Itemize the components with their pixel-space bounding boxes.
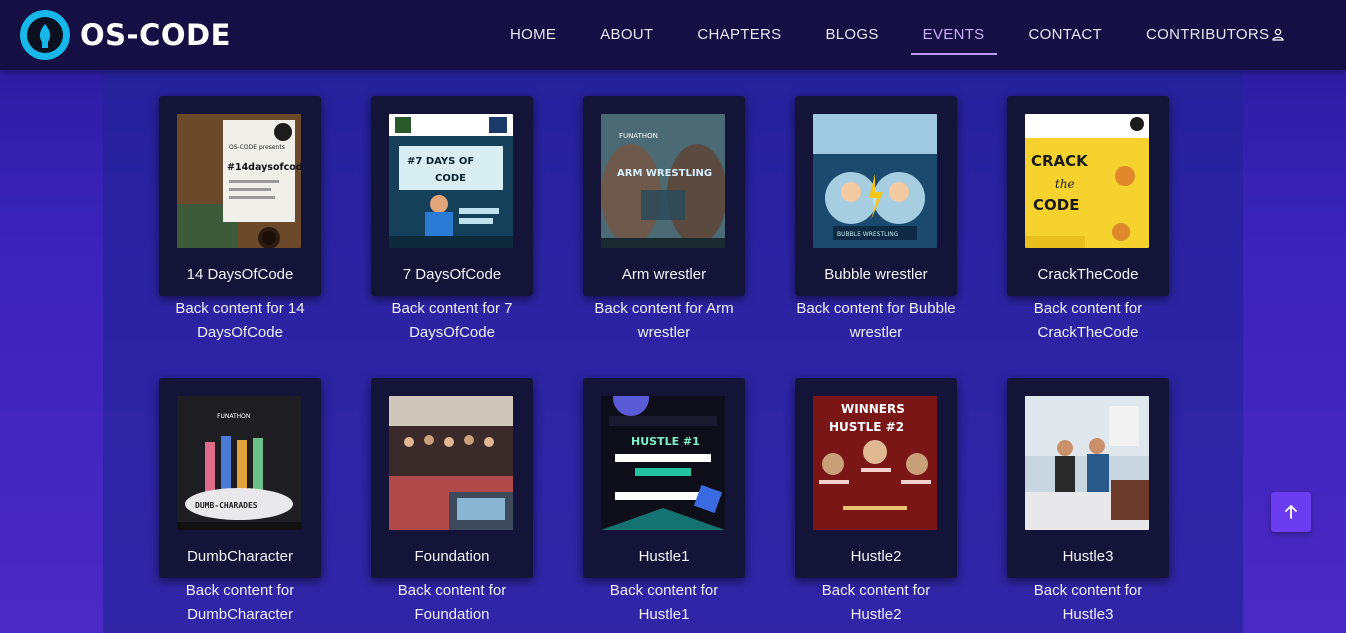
svg-text:HUSTLE #2: HUSTLE #2	[829, 420, 904, 434]
svg-text:CODE: CODE	[435, 173, 466, 184]
event-back-text: Back content for Bubble wrestler	[796, 300, 956, 341]
event-card[interactable]: #7 DAYS OF CODE 7 DaysOfCode	[371, 96, 533, 296]
svg-text:FUNATHON: FUNATHON	[619, 132, 658, 140]
svg-text:#7 DAYS OF: #7 DAYS OF	[407, 156, 474, 167]
event-poster-hustle-1: HUSTLE #1	[601, 396, 725, 530]
logo-icon	[20, 10, 70, 60]
event-photo-hustle-3	[1025, 396, 1149, 530]
nav-blogs[interactable]: BLOGS	[813, 18, 890, 52]
event-card[interactable]: WINNERS HUSTLE #2 Hustle2	[795, 378, 957, 578]
svg-text:HUSTLE #1: HUSTLE #1	[631, 435, 700, 448]
event-card[interactable]: BUBBLE WRESTLING Bubble wrestler	[795, 96, 957, 296]
event-photo-foundation	[389, 396, 513, 530]
svg-text:FUNATHON: FUNATHON	[217, 413, 250, 420]
svg-text:CRACK: CRACK	[1031, 152, 1089, 170]
event-poster-dumb-charades: FUNATHON DUMB-CHARADES	[177, 396, 301, 530]
scroll-to-top-button[interactable]	[1271, 492, 1311, 532]
brand-logo[interactable]: OS-CODE	[20, 10, 231, 60]
arrow-up-icon	[1285, 505, 1297, 519]
event-title: Hustle1	[638, 548, 690, 565]
user-icon[interactable]	[1270, 27, 1286, 43]
nav-about[interactable]: ABOUT	[588, 18, 665, 52]
nav-events[interactable]: EVENTS	[910, 18, 997, 55]
event-title: 7 DaysOfCode	[402, 266, 502, 283]
svg-text:BUBBLE WRESTLING: BUBBLE WRESTLING	[837, 231, 899, 238]
nav-chapters[interactable]: CHAPTERS	[685, 18, 793, 52]
event-back-text: Back content for CrackTheCode	[1033, 300, 1143, 341]
event-title: Bubble wrestler	[824, 266, 928, 283]
event-back-text: Back content for Hustle2	[821, 582, 931, 623]
event-card[interactable]: Foundation	[371, 378, 533, 578]
event-card[interactable]: Hustle3	[1007, 378, 1169, 578]
event-title: Hustle3	[1062, 548, 1114, 565]
svg-text:CODE: CODE	[1033, 196, 1079, 214]
svg-text:OS-CODE presents: OS-CODE presents	[229, 144, 285, 151]
svg-text:DUMB-CHARADES: DUMB-CHARADES	[195, 501, 258, 510]
event-back-text: Back content for Arm wrestler	[594, 300, 734, 341]
event-card[interactable]: FUNATHON DUMB-CHARADES DumbCharacter	[159, 378, 321, 578]
event-card[interactable]: OS-CODE presents #14daysofcode 14 DaysOf…	[159, 96, 321, 296]
event-back-text: Back content for DumbCharacter	[185, 582, 295, 623]
event-title: CrackTheCode	[1037, 266, 1139, 283]
event-title: Arm wrestler	[621, 266, 707, 283]
event-poster-7-days-of-code: #7 DAYS OF CODE	[389, 114, 513, 248]
event-back-text: Back content for Hustle3	[1033, 582, 1143, 623]
event-poster-hustle-2-winners: WINNERS HUSTLE #2	[813, 396, 937, 530]
navbar: OS-CODE HOME ABOUT CHAPTERS BLOGS EVENTS…	[0, 0, 1346, 70]
event-poster-14-days-of-code: OS-CODE presents #14daysofcode	[177, 114, 301, 248]
event-card[interactable]: FUNATHON ARM WRESTLING Arm wrestler	[583, 96, 745, 296]
event-poster-crack-the-code: CRACK the CODE	[1025, 114, 1149, 248]
main-nav: HOME ABOUT CHAPTERS BLOGS EVENTS CONTACT…	[498, 0, 1301, 70]
svg-text:WINNERS: WINNERS	[841, 402, 905, 416]
nav-contact[interactable]: CONTACT	[1017, 18, 1114, 52]
svg-text:the: the	[1055, 177, 1075, 191]
event-poster-arm-wrestling: FUNATHON ARM WRESTLING	[601, 114, 725, 248]
event-title: Foundation	[414, 548, 490, 565]
event-back-text: Back content for 7 DaysOfCode	[391, 300, 513, 341]
brand-name: OS-CODE	[80, 18, 231, 52]
nav-contributors[interactable]: CONTRIBUTORS	[1134, 18, 1281, 52]
event-card[interactable]: HUSTLE #1 Hustle1	[583, 378, 745, 578]
event-back-text: Back content for Hustle1	[609, 582, 719, 623]
event-card[interactable]: CRACK the CODE CrackTheCode	[1007, 96, 1169, 296]
event-back-text: Back content for Foundation	[397, 582, 507, 623]
event-title: DumbCharacter	[187, 548, 293, 565]
event-poster-bubble-wrestling: BUBBLE WRESTLING	[813, 114, 937, 248]
svg-text:ARM WRESTLING: ARM WRESTLING	[617, 168, 712, 179]
event-title: Hustle2	[850, 548, 902, 565]
event-title: 14 DaysOfCode	[186, 266, 294, 283]
event-back-text: Back content for 14 DaysOfCode	[175, 300, 305, 341]
nav-home[interactable]: HOME	[498, 18, 568, 52]
svg-text:#14daysofcode: #14daysofcode	[227, 162, 301, 173]
